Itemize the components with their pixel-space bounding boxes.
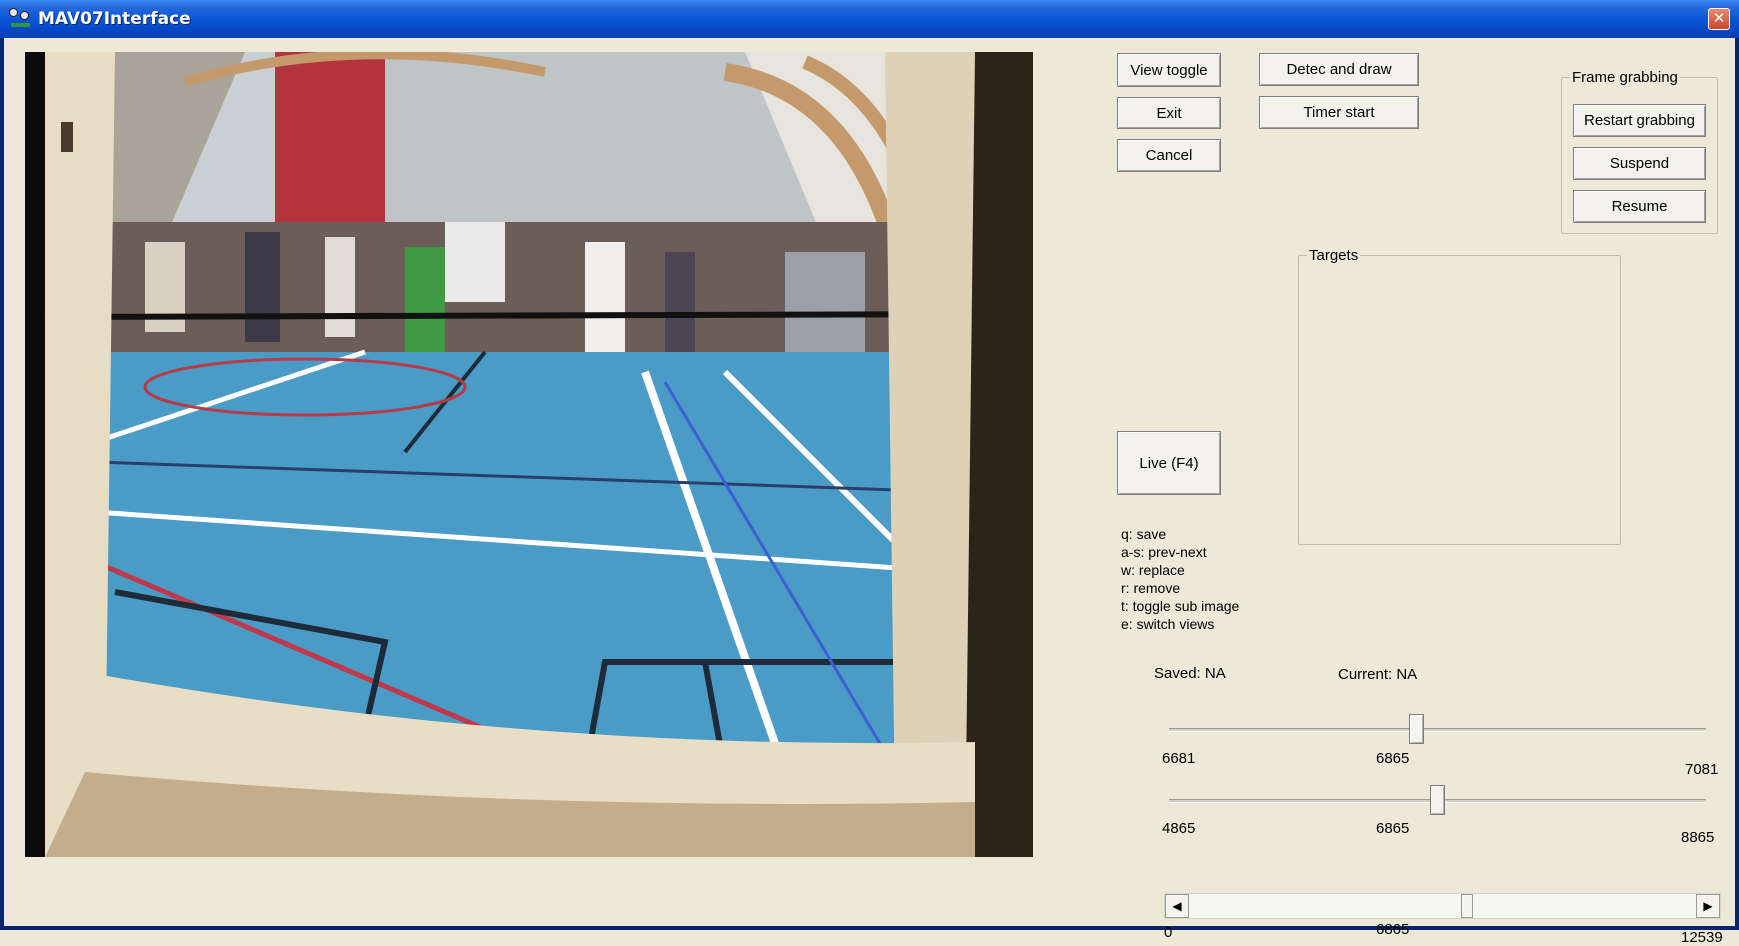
- slider-1-min: 6681: [1162, 750, 1196, 767]
- close-icon[interactable]: ✕: [1708, 8, 1730, 30]
- help-line: q: save: [1121, 526, 1167, 542]
- suspend-button[interactable]: Suspend: [1573, 147, 1706, 180]
- resume-button[interactable]: Resume: [1573, 190, 1706, 223]
- help-line: t: toggle sub image: [1121, 598, 1240, 614]
- scrollbar-thumb[interactable]: [1461, 894, 1474, 918]
- frame-grabbing-legend: Frame grabbing: [1572, 69, 1678, 86]
- app-window: MAV07Interface ✕ View toggle Exit Cancel…: [0, 0, 1739, 946]
- cancel-button[interactable]: Cancel: [1117, 139, 1221, 172]
- help-line: a-s: prev-next: [1121, 544, 1207, 560]
- exit-button[interactable]: Exit: [1117, 97, 1221, 129]
- view-toggle-button[interactable]: View toggle: [1117, 53, 1221, 87]
- app-icon: [9, 8, 31, 30]
- title-bar[interactable]: MAV07Interface ✕: [0, 0, 1739, 38]
- scroll-right-icon[interactable]: ▶: [1696, 894, 1720, 918]
- targets-legend: Targets: [1309, 247, 1359, 264]
- window-title: MAV07Interface: [38, 9, 191, 29]
- detect-and-draw-button[interactable]: Detec and draw: [1259, 53, 1419, 86]
- help-line: w: replace: [1121, 562, 1185, 578]
- help-line: r: remove: [1121, 580, 1181, 596]
- slider-1-max: 7081: [1685, 761, 1719, 778]
- saved-status: Saved: NA: [1154, 665, 1226, 682]
- slider-2-thumb[interactable]: [1430, 785, 1445, 815]
- current-status: Current: NA: [1338, 666, 1418, 683]
- help-line: e: switch views: [1121, 616, 1215, 632]
- scrollbar-max: 12539: [1681, 929, 1723, 946]
- slider-1-value: 6865: [1376, 750, 1410, 767]
- video-feed: [25, 52, 1033, 857]
- scroll-left-icon[interactable]: ◀: [1165, 894, 1189, 918]
- targets-group: Targets: [1298, 247, 1621, 545]
- frame-scrollbar[interactable]: ◀ ▶: [1164, 893, 1721, 919]
- slider-1-track: [1169, 728, 1706, 732]
- scrollbar-min: 0: [1164, 924, 1173, 941]
- live-button[interactable]: Live (F4): [1117, 431, 1221, 495]
- slider-1-thumb[interactable]: [1409, 714, 1425, 744]
- timer-start-button[interactable]: Timer start: [1259, 96, 1419, 129]
- restart-grabbing-button[interactable]: Restart grabbing: [1573, 104, 1706, 137]
- slider-2-value: 6865: [1376, 820, 1410, 837]
- camera-feed-image: [25, 52, 1033, 857]
- client-area: View toggle Exit Cancel Detec and draw T…: [4, 38, 1735, 946]
- slider-2-min: 4865: [1162, 820, 1196, 837]
- slider-2-max: 8865: [1681, 829, 1715, 846]
- keyboard-help: q: save a-s: prev-next w: replace r: rem…: [1121, 525, 1239, 633]
